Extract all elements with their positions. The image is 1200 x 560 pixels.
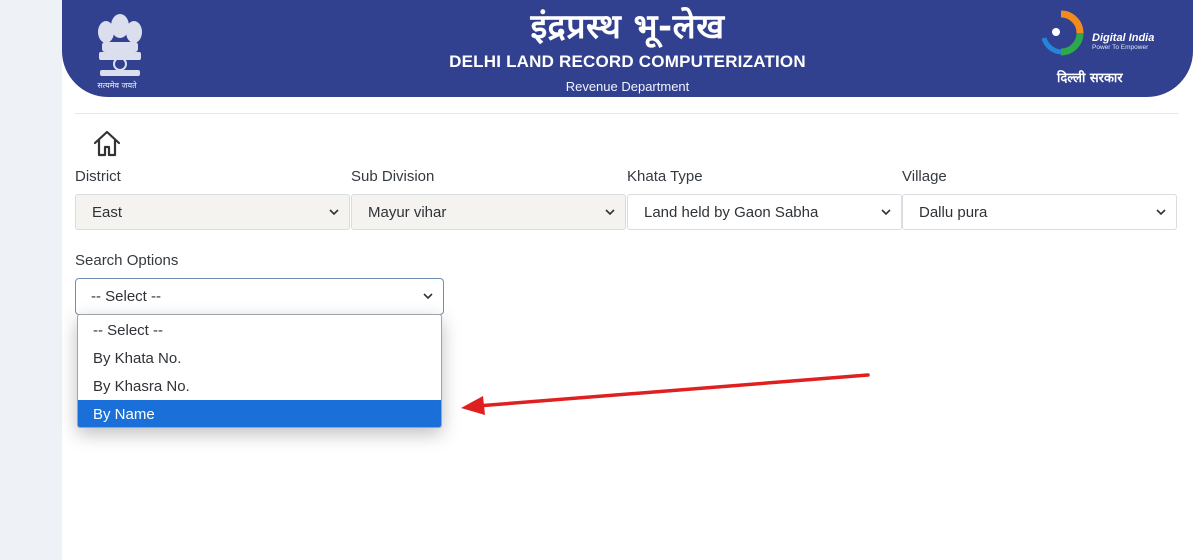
search-options-label: Search Options (75, 252, 179, 269)
sub-division-label: Sub Division (351, 168, 435, 185)
search-options-select[interactable]: -- Select -- (75, 278, 444, 315)
chevron-down-icon (1156, 209, 1166, 216)
village-select[interactable]: Dallu pura (902, 194, 1177, 230)
sub-division-select[interactable]: Mayur vihar (351, 194, 626, 230)
khata-type-label: Khata Type (627, 168, 703, 185)
option-by-khata-no[interactable]: By Khata No. (78, 344, 441, 372)
khata-type-select[interactable]: Land held by Gaon Sabha (627, 194, 902, 230)
digital-india-text: Digital India (1092, 32, 1155, 44)
search-options-value: -- Select -- (91, 288, 162, 305)
site-header: सत्यमेव जयते इंद्रप्रस्थ भू-लेख DELHI LA… (62, 0, 1193, 97)
digital-india-tagline: Power To Empower (1092, 44, 1149, 51)
khata-type-value: Land held by Gaon Sabha (644, 204, 819, 221)
chevron-down-icon (329, 209, 339, 216)
divider (75, 113, 1178, 114)
annotation-arrow-icon (461, 373, 870, 415)
district-select[interactable]: East (75, 194, 350, 230)
page-title: DELHI LAND RECORD COMPUTERIZATION (449, 52, 806, 71)
chevron-down-icon (881, 209, 891, 216)
district-value: East (92, 204, 123, 221)
village-label: Village (902, 168, 947, 185)
sub-division-value: Mayur vihar (368, 204, 447, 221)
district-label: District (75, 168, 121, 185)
option-by-name[interactable]: By Name (78, 400, 441, 427)
chevron-down-icon (423, 293, 433, 300)
village-value: Dallu pura (919, 204, 988, 221)
home-icon[interactable] (92, 128, 122, 158)
chevron-down-icon (605, 209, 615, 216)
department-label: Revenue Department (565, 79, 690, 94)
search-options-dropdown: -- Select -- By Khata No. By Khasra No. … (77, 314, 442, 428)
digital-india-logo-icon (1041, 10, 1084, 56)
option-by-khasra-no[interactable]: By Khasra No. (78, 372, 441, 400)
hindi-title: इंद्रप्रस्थ भू-लेख (530, 7, 725, 47)
option-select[interactable]: -- Select -- (78, 316, 441, 344)
delhi-govt-label: दिल्ली सरकार (1057, 71, 1123, 86)
